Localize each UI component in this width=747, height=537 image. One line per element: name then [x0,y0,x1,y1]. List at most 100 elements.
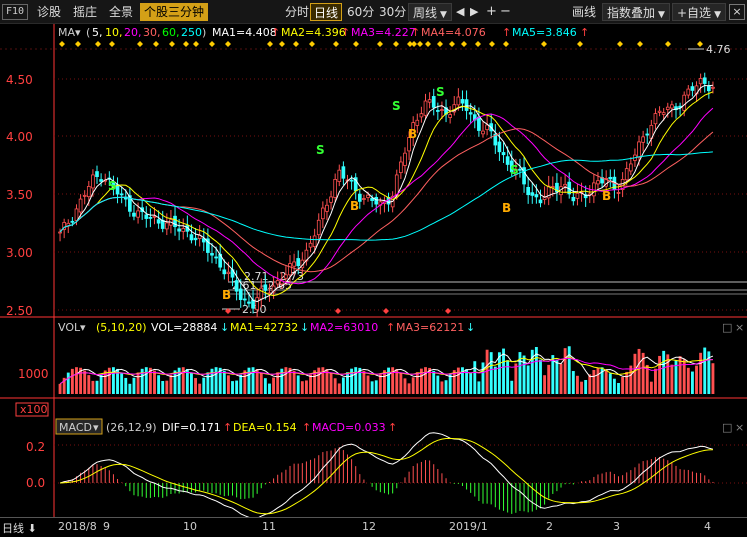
y-tick-label: 4.50 [6,73,33,87]
ma3-value: MA3=4.227 [351,26,416,39]
f10-button[interactable]: F10 [2,4,29,20]
signal-diamond [95,41,101,47]
volume-bar [608,373,612,394]
top-toolbar: F10 诊股 摇庄 全景 个股三分钟 分时 日线 60分 30分 周线 ▼ ◀ ▶… [0,0,747,24]
period-dropdown-label: 日线 [2,522,24,535]
y-tick-label: 3.50 [6,188,33,202]
maximize-icon[interactable]: □ [722,421,732,434]
volume-bar [584,379,588,394]
buy-signal: B [502,201,511,215]
period-30min[interactable]: 30分 [376,3,409,21]
weekly-dropdown[interactable]: 周线 ▼ [408,3,452,21]
candle-body [164,222,169,230]
volume-bar [346,372,349,394]
volume-bar [686,367,690,394]
date-label: 2018/8 [58,520,97,533]
volume-bar [571,371,575,394]
zoom-in-icon[interactable]: + [486,3,497,21]
ma4-arrow: ↑ [502,26,511,39]
candle-body [144,214,149,219]
candle-body [645,133,650,136]
vol-y-tick: 1000 [18,367,49,381]
date-label: 3 [613,520,620,533]
vol-dropdown-icon[interactable]: ▾ [80,321,86,334]
prev-page-icon[interactable]: ◀ [456,3,464,21]
period-intraday[interactable]: 分时 [282,3,312,21]
macd-value: MACD=0.033 [312,421,386,434]
y-tick-label: 2.50 [6,304,33,318]
volume-bar [444,380,448,394]
volume-bar [66,372,70,394]
volume-bar [222,370,226,394]
macd-indicator-name[interactable]: MACD [59,421,92,434]
candle-body [628,163,633,172]
zoom-out-icon[interactable]: − [500,3,511,21]
add-watchlist-dropdown[interactable]: +自选 ▼ [672,3,726,21]
signal-diamond [279,41,285,47]
date-label: 4 [704,520,711,533]
candle-body [58,231,62,234]
vol-indicator-name[interactable]: VOL [58,321,81,334]
macd-dropdown-icon[interactable]: ▾ [93,421,99,434]
volume-bar [510,380,514,394]
draw-line-button[interactable]: 画线 [569,3,599,21]
close-icon[interactable]: × [735,421,744,434]
maximize-icon[interactable]: □ [722,321,732,334]
signal-diamond [267,41,273,47]
ma-dropdown-icon[interactable]: ▾ [75,26,81,39]
signal-diamond [577,41,583,47]
macd-y-tick: 0.0 [26,476,45,490]
buy-signal: B [602,189,611,203]
date-label: 10 [183,520,197,533]
candle-body [177,228,181,232]
candle-body [464,99,469,111]
volume-bar [399,373,403,394]
volume-bar [621,377,625,394]
volume-bar [522,355,526,394]
volume-bar [247,367,251,394]
index-overlay-dropdown[interactable]: 指数叠加 ▼ [602,3,670,21]
volume-bar [304,380,308,394]
panorama-tab[interactable]: 全景 [106,3,136,21]
candle-body [226,271,231,275]
volume-bar [263,378,267,394]
ma-params-open: ( [86,26,90,39]
y-tick-label: 4.00 [6,130,33,144]
date-label: 9 [103,520,110,533]
volume-bar [567,346,571,394]
volume-bar [276,372,280,394]
candle-body [247,301,251,304]
period-daily[interactable]: 日线 [310,3,343,21]
diagnose-stock-tab[interactable]: 诊股 [34,3,64,21]
macd-params: (26,12,9) [106,421,157,434]
candle-body [82,194,87,197]
candle-body [485,124,489,131]
volume-bar [333,378,337,394]
volume-bar [592,370,596,394]
candle-body [341,166,346,179]
next-page-icon[interactable]: ▶ [470,3,478,21]
candle-body [70,220,75,223]
candlesticks [58,72,715,318]
period-dropdown[interactable]: 日线 ⬇ [2,520,37,536]
close-icon[interactable]: × [729,4,745,20]
period-60min[interactable]: 60分 [344,3,377,21]
volume-bar [502,348,505,394]
vol-panel-controls: □ × [722,321,744,334]
ma1-arrow: ↑ [271,26,280,39]
volume-bar [124,377,128,394]
shake-dealer-tab[interactable]: 摇庄 [70,3,100,21]
buy-signal: B [350,199,359,213]
volume-bar [596,367,600,394]
volume-bar [588,374,592,394]
candle-body [596,180,600,185]
three-minute-stock-tab[interactable]: 个股三分钟 [140,3,209,21]
buy-signal: B [408,127,417,141]
kline-chart: MA ▾ ( 5, 10, 20, 30, 60, 250 ) MA1=4.40… [0,24,747,517]
close-icon[interactable]: × [735,321,744,334]
ma-indicator-name[interactable]: MA [58,26,75,39]
ma-params-close: ) [202,26,206,39]
ma-param-20: 20, [124,26,142,39]
ma5-arrow: ↑ [580,26,589,39]
volume-bar [198,383,202,394]
